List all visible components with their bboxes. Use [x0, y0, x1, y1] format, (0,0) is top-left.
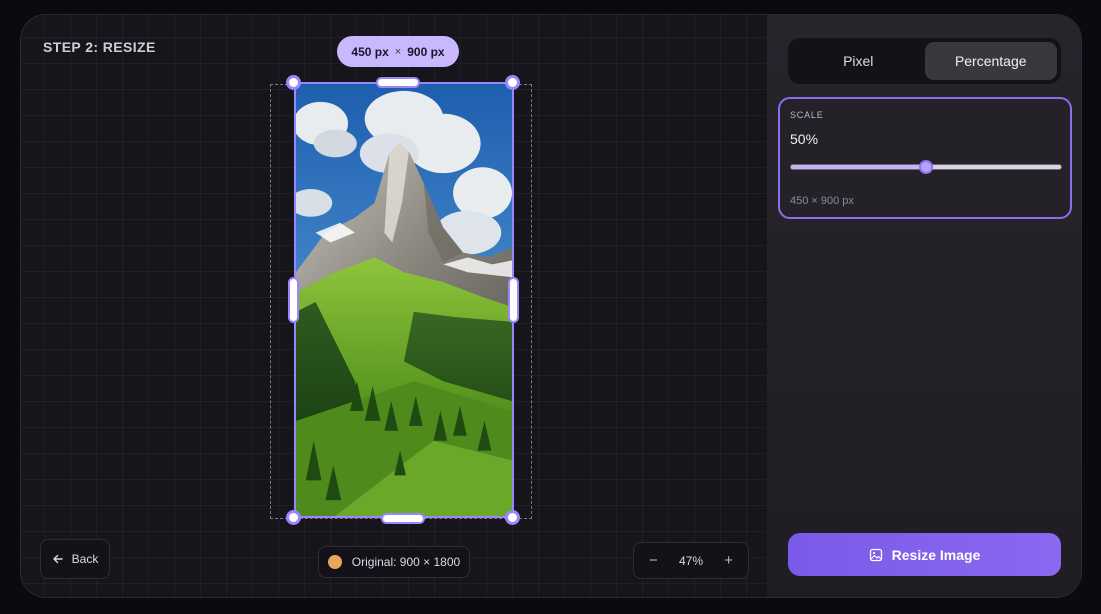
- resize-handle-bottom[interactable]: [381, 513, 425, 524]
- resize-handle-top-left[interactable]: [286, 75, 301, 90]
- mountain-image: [296, 84, 512, 516]
- canvas-area: STEP 2: RESIZE 450 px × 900 px Back Orig…: [21, 15, 767, 597]
- scale-slider[interactable]: [790, 160, 1062, 174]
- original-size-label: Original: 900 × 1800: [351, 555, 461, 569]
- settings-panel: Pixel Percentage SCALE 50% 450 × 900 px …: [767, 15, 1081, 597]
- scale-card: SCALE 50% 450 × 900 px: [778, 97, 1072, 219]
- resize-handle-bottom-left[interactable]: [286, 510, 301, 525]
- resize-image-label: Resize Image: [891, 546, 981, 563]
- step-title: STEP 2: RESIZE: [43, 39, 156, 55]
- slider-thumb[interactable]: [919, 160, 933, 174]
- original-size-badge: Original: 900 × 1800: [318, 546, 470, 578]
- image-preview: [294, 82, 514, 518]
- resize-handle-bottom-right[interactable]: [505, 510, 520, 525]
- mode-toggle: Pixel Percentage: [788, 38, 1061, 84]
- resize-handle-right[interactable]: [508, 277, 519, 323]
- dimension-separator: ×: [394, 45, 402, 58]
- height-value: 900 px: [407, 44, 445, 59]
- resize-window: STEP 2: RESIZE 450 px × 900 px Back Orig…: [20, 14, 1082, 598]
- dimension-badge: 450 px × 900 px: [337, 36, 459, 67]
- arrow-left-icon: [52, 554, 63, 564]
- zoom-control: − 47% +: [633, 542, 749, 579]
- back-button[interactable]: Back: [40, 539, 110, 579]
- image-icon: [869, 548, 882, 561]
- back-label: Back: [71, 552, 99, 566]
- tab-percentage[interactable]: Percentage: [924, 42, 1057, 80]
- scale-label: SCALE: [790, 110, 824, 120]
- zoom-out-button[interactable]: −: [640, 548, 666, 574]
- resize-handle-top[interactable]: [376, 77, 420, 88]
- zoom-in-button[interactable]: +: [716, 548, 742, 574]
- original-color-dot: [327, 555, 342, 569]
- tab-pixel[interactable]: Pixel: [792, 42, 925, 80]
- scale-result: 450 × 900 px: [790, 195, 854, 207]
- resize-image-button[interactable]: Resize Image: [788, 533, 1061, 576]
- resize-handle-left[interactable]: [288, 277, 299, 323]
- zoom-level: 47%: [678, 553, 704, 568]
- resize-handle-top-right[interactable]: [505, 75, 520, 90]
- slider-fill: [791, 165, 926, 169]
- scale-value: 50%: [790, 131, 819, 147]
- width-value: 450 px: [351, 44, 389, 59]
